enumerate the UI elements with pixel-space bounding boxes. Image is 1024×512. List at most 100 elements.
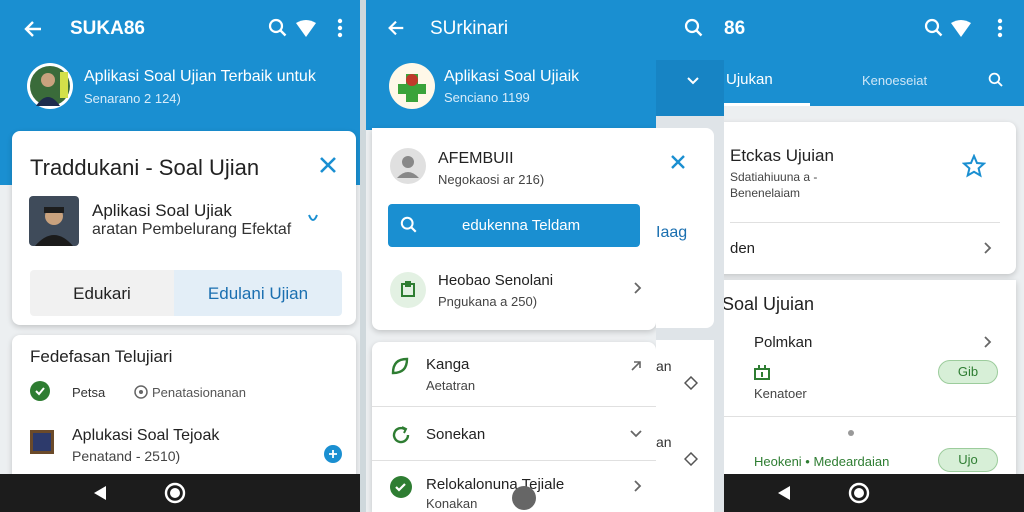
nav-back-icon[interactable] [776,485,792,501]
check-circle-icon [390,476,412,498]
item-title: Polmkan [754,334,813,351]
list-card: Fedefasan Telujiari Petsa Penatasionanan… [12,335,356,485]
card-subtitle: Benenelaiam [730,186,801,200]
profile-title: Aplikasi Soal Ujian Terbaik untuk [84,68,316,85]
puzzle-icon [390,272,426,308]
card-subtitle: Sdatiahiuuna a - [730,170,818,184]
back-arrow-icon[interactable] [386,18,406,38]
item-subtitle: Konakan [426,496,478,511]
nav-home-icon[interactable] [164,482,186,504]
menu-item-kanga[interactable]: Kanga Aetatran [372,342,656,402]
wifi-icon [950,20,972,38]
profile-subtitle: Senarano 2 124) [84,91,181,106]
row-label: den [730,240,756,257]
tab-edulani-ujian[interactable]: Edulani Ujian [174,270,342,316]
item-title: Aplukasi Soal Tejoak [72,427,220,444]
search-icon[interactable] [268,18,288,38]
system-nav-bar [0,474,360,512]
row-label: Petsa [72,385,106,400]
app-bar-extension [656,0,724,60]
app-card: Traddukani - Soal Ujian Aplikasi Soal Uj… [12,131,356,325]
button-label: edukenna Teldam [462,217,581,234]
check-circle-icon [30,381,50,401]
search-icon[interactable] [924,18,944,38]
status-badge[interactable]: Gib [938,360,998,384]
tab-label: Ujukan [726,71,773,88]
back-arrow-icon[interactable] [22,18,44,40]
app-title: SUKA86 [70,18,145,39]
bookmark-icon[interactable] [684,376,698,390]
peek-panel: Iaag an an [650,0,724,512]
leaf-icon [390,356,410,376]
peek-text: an [656,358,672,374]
search-button[interactable]: edukenna Teldam [388,204,640,247]
peek-text: Iaag [656,224,688,241]
item-subtitle: Aetatran [426,378,476,393]
search-icon [400,216,418,234]
tab-indicator [724,103,810,106]
app-name: Aplikasi Soal Ujiak [92,201,232,220]
menu-item-sonekan[interactable]: Sonekan [372,412,656,458]
search-icon[interactable] [988,72,1004,88]
profile-title: Aplikasi Soal Ujiaik [444,68,580,85]
nav-home-icon[interactable] [848,482,870,504]
more-vert-icon[interactable] [996,17,1004,39]
account-card: AFEMBUII Negokaosi ar 216) edukenna Teld… [372,128,656,330]
chevron-icon[interactable] [306,211,320,225]
close-icon[interactable] [318,155,338,175]
user-icon [390,148,426,184]
book-icon [30,430,54,454]
list-item[interactable]: Heobao Senolani Pngukana a 250) [372,264,656,316]
status-badge[interactable]: Ujo [938,448,998,472]
divider [372,406,656,407]
divider [730,222,1000,223]
section-title: Fedefasan Telujiari [30,347,173,366]
item-title: Heobao Senolani [438,272,554,289]
chevron-right-icon [634,282,642,294]
row-value: Penatasionanan [152,385,246,400]
chevron-down-icon[interactable] [686,76,700,86]
add-icon[interactable] [324,445,342,463]
tab-ujukan[interactable]: Ujukan [724,64,810,106]
tab-edukari[interactable]: Edukari [30,270,174,316]
system-nav-bar [724,474,1024,512]
featured-card: Etckas Ujuian Sdatiahiuuna a - Benenelai… [724,122,1016,274]
screen-left: SUKA86 Aplikasi Soal Ujian Terbaik untuk… [0,0,360,512]
wifi-icon [295,20,317,38]
profile-subtitle: Senciano 1199 [444,90,530,105]
chevron-right-icon[interactable] [984,242,992,254]
tab-kenoeseiat[interactable]: Kenoeseiat [862,64,962,106]
app-bar: SUrkinari Aplikasi Soal Ujiaik Senciano … [366,0,656,130]
bookmark-icon[interactable] [684,452,698,466]
nav-home-icon[interactable] [512,486,536,510]
item-title: Relokalonuna Tejiale [426,476,565,493]
peek-card: Iaag [650,128,714,328]
tab-label: Kenoeseiat [862,73,928,88]
dot-indicator [848,430,854,436]
chevron-right-icon[interactable] [984,336,992,348]
item-meta: Heokeni • Medeardaian [754,454,890,469]
more-vert-icon[interactable] [336,17,344,39]
tab-label: Edukari [73,284,131,303]
item-subtitle: Pngukana a 250) [438,294,538,309]
avatar [26,62,74,110]
item-subtitle: Penatand - 2510) [72,448,181,464]
screen-right: 86 Ujukan Kenoeseiat Etckas Ujuian Sdati… [724,0,1024,512]
search-icon[interactable] [684,18,704,38]
refresh-icon [390,424,412,446]
arrow-up-right-icon [630,360,642,372]
divider [372,460,656,461]
chevron-right-icon [634,480,642,492]
star-icon[interactable] [962,154,986,178]
item-title: Kanga [426,356,470,373]
item-subtitle: Kenatoer [754,386,807,401]
peek-list: an an [650,340,714,512]
user-subtitle: Negokaosi ar 216) [438,172,545,187]
app-title: SUrkinari [430,18,509,39]
card-title: Traddukani - Soal Ujian [30,155,260,180]
chevron-down-icon [630,430,642,438]
nav-back-icon[interactable] [92,485,108,501]
divider [724,416,1016,417]
peek-text: an [656,434,672,450]
close-icon[interactable] [670,154,686,170]
